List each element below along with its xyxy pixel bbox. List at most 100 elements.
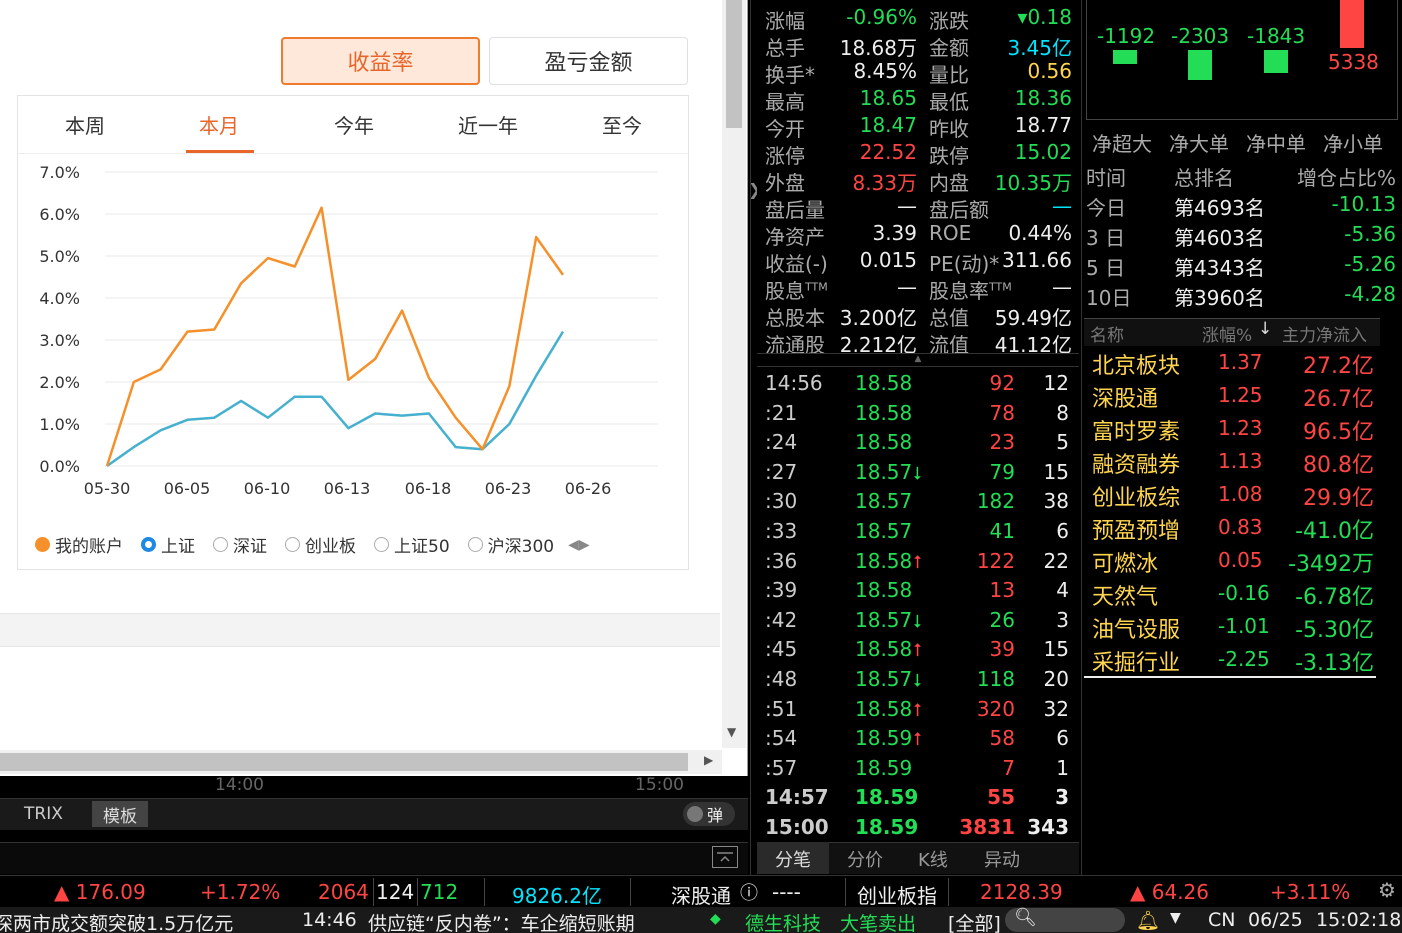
tick-row: :51 18.58⭡ 320 32 [757, 697, 1079, 726]
rank-row: 今日 第4693名 -10.13 [1084, 192, 1400, 222]
tick-price-value: 18.58 [855, 548, 913, 573]
settings-gear-icon[interactable]: ⚙ [1378, 878, 1396, 902]
sector-row[interactable]: 采掘行业 -2.25 -3.13亿 [1084, 645, 1380, 678]
time-tick: 14:00 [215, 775, 264, 795]
tick-row: :57 18.59 7 1 [757, 756, 1079, 785]
legend-sse50[interactable]: 上证50 [374, 532, 450, 557]
dropdown-arrow-icon[interactable]: ▼ [1170, 910, 1181, 926]
status-time: 15:02:18 [1316, 909, 1402, 931]
horizontal-scroll-thumb[interactable] [0, 753, 688, 771]
tab-this-year[interactable]: 今年 [289, 110, 419, 139]
x-tick-label: 06-10 [244, 479, 291, 498]
quote-label-text: 收益(-) [765, 252, 828, 276]
tick-price-value: 18.57 [855, 519, 913, 543]
tab-this-week[interactable]: 本周 [20, 110, 150, 139]
sector-row[interactable]: 北京板块 1.37 27.2亿 [1084, 348, 1380, 381]
sector-head[interactable]: 主力净流入 [1282, 321, 1367, 346]
quote-label-text: ROE [929, 221, 972, 245]
flow-bar [1340, 0, 1364, 48]
popup-toggle[interactable]: 弹 [683, 802, 735, 826]
return-rate-button[interactable]: 收益率 [281, 37, 480, 85]
tick-row: 15:00 18.59 3831 343 [757, 815, 1079, 844]
sector-head[interactable]: 涨幅% [1202, 321, 1252, 346]
quote-value: 15.02 [1014, 140, 1072, 164]
scroll-right-arrow-icon[interactable]: ▶ [704, 753, 713, 767]
tick-price: 18.59 [855, 785, 918, 809]
tick-price-value: 18.58 [855, 696, 913, 721]
sector-row[interactable]: 融资融券 1.13 80.8亿 [1084, 447, 1380, 480]
tick-volume: 13 [989, 578, 1015, 603]
y-tick-label: 5.0% [39, 247, 80, 266]
tick-volume: 182 [976, 489, 1015, 514]
legend-csi300[interactable]: 沪深300 [467, 532, 554, 557]
sector-row[interactable]: 预盈预增 0.83 -41.0亿 [1084, 513, 1380, 546]
sector-row[interactable]: 油气设服 -1.01 -5.30亿 [1084, 612, 1380, 645]
quote-value: 18.68万 [839, 36, 917, 60]
popup-footer-band [0, 613, 720, 647]
panel-resize-handle[interactable]: ▲ [757, 353, 1079, 367]
tick-row: :24 18.58 23 5 [757, 430, 1079, 459]
chinext-index-name[interactable]: 创业板指 [857, 880, 937, 909]
quote-value: 22.52 [859, 140, 917, 164]
tab-kline[interactable]: K线 [918, 846, 948, 872]
sector-row[interactable]: 天然气 -0.16 -6.78亿 [1084, 579, 1380, 612]
tick-volume: 79 [989, 459, 1015, 484]
sector-head[interactable]: 名称 [1090, 321, 1124, 346]
status-divider [630, 878, 631, 906]
sector-change: 1.25 [1218, 383, 1263, 407]
toggle-label: 弹 [707, 806, 724, 825]
news-headline[interactable]: 供应链“反内卷”：车企缩短账期 [368, 909, 704, 933]
sector-row[interactable]: 创业板综 1.08 29.9亿 [1084, 480, 1380, 513]
tab-anomaly[interactable]: 异动 [984, 846, 1020, 872]
tick-price: 18.57 [855, 519, 912, 543]
alert-stock[interactable]: 德生科技 [745, 909, 821, 933]
scroll-down-arrow-icon[interactable]: ▼ [727, 725, 736, 739]
quote-label-text: 总手 [765, 36, 805, 60]
quote-row: 涨停 22.52 跌停 15.02 [757, 140, 1079, 168]
rank-head: 增仓占比% [1296, 166, 1396, 190]
tick-price: 18.57⭣ [855, 608, 922, 632]
sector-flow: 80.8亿 [1303, 453, 1374, 478]
news-headline[interactable]: 深两市成交额突破1.5万亿元 [0, 909, 233, 933]
tab-price-levels[interactable]: 分价 [847, 846, 883, 872]
legend-shanghai[interactable]: 上证 [141, 532, 195, 557]
expand-panel-icon[interactable] [712, 846, 738, 868]
tab-to-date[interactable]: 至今 [557, 110, 687, 139]
sector-row[interactable]: 可燃冰 0.05 -3492万 [1084, 546, 1380, 579]
vertical-scroll-thumb[interactable] [726, 0, 742, 128]
trix-indicator-tab[interactable]: TRIX [24, 804, 63, 824]
legend-dot-icon [35, 537, 50, 552]
help-circle-icon[interactable]: ⓘ [740, 879, 758, 905]
tab-ticks[interactable]: 分笔 [775, 846, 811, 872]
quote-value: 8.33万 [852, 171, 917, 195]
quote-row: 收益(-) 0.015 PE(动)* 311.66 [757, 248, 1079, 276]
search-icon[interactable]: 🔍︎ [1014, 907, 1037, 928]
quote-label: 股息TTM [765, 275, 828, 304]
tick-count: 3 [1056, 607, 1069, 632]
arrow-up-icon: ⭡ [913, 640, 922, 662]
tick-count: 20 [1043, 667, 1069, 691]
tick-count: 22 [1043, 548, 1069, 573]
tick-time: :42 [765, 607, 798, 632]
legend-chinext[interactable]: 创业板 [285, 532, 356, 557]
bell-icon[interactable]: 🔔︎ [1136, 909, 1160, 932]
template-button[interactable]: 模板 [92, 801, 148, 827]
profit-loss-button[interactable]: 盈亏金额 [489, 37, 688, 85]
tab-this-month[interactable]: 本月 [154, 110, 284, 139]
quote-value: 0.44% [1008, 221, 1072, 245]
tick-price-value: 18.59 [855, 785, 919, 810]
up-count: 2064 [318, 880, 369, 904]
tick-price-value: 18.58 [855, 637, 913, 662]
tab-last-year[interactable]: 近一年 [423, 110, 553, 139]
quote-value: 8.45% [853, 59, 917, 83]
legend-my-account[interactable]: 我的账户 [35, 532, 123, 557]
sort-desc-icon[interactable]: ↓ [1258, 319, 1272, 339]
sector-row[interactable]: 富时罗素 1.23 96.5亿 [1084, 414, 1380, 447]
sector-change: 0.83 [1218, 515, 1263, 539]
legend-scroll-arrows-icon[interactable]: ◀▶ [568, 537, 590, 553]
flow-head: 净超大 [1092, 132, 1152, 156]
legend-shenzhen[interactable]: 深证 [213, 532, 267, 557]
sector-change: 1.37 [1218, 350, 1263, 374]
sector-row[interactable]: 深股通 1.25 26.7亿 [1084, 381, 1380, 414]
alert-filter[interactable]: [全部] [948, 909, 1001, 933]
